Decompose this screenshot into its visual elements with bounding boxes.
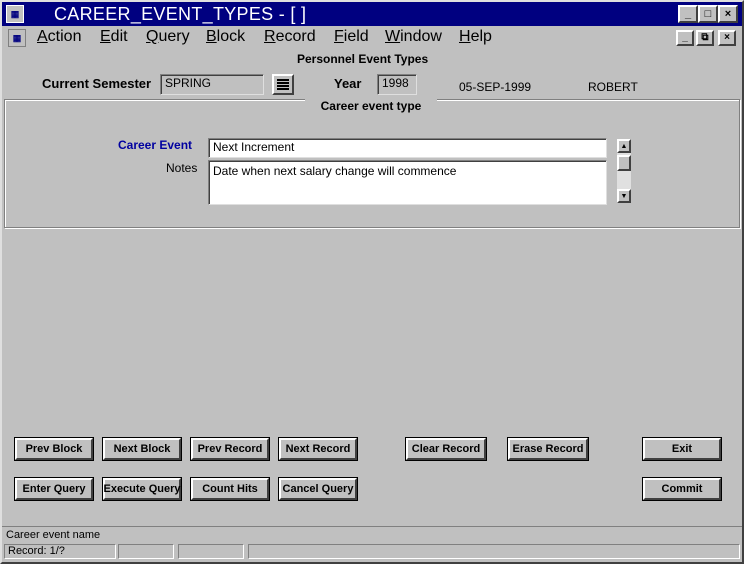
doc-minimize-button[interactable]: _	[676, 30, 694, 46]
menu-query[interactable]: Query	[146, 28, 190, 46]
doc-restore-button[interactable]: ⧉	[696, 30, 714, 46]
clear-record-button[interactable]: Clear Record	[405, 437, 487, 461]
scroll-down-icon[interactable]: ▼	[617, 189, 631, 203]
status-cell-2	[118, 544, 174, 559]
maximize-button[interactable]: □	[698, 5, 718, 23]
erase-record-button[interactable]: Erase Record	[507, 437, 589, 461]
block-title: Career event type	[305, 98, 437, 116]
document-icon[interactable]: ▦	[8, 29, 26, 47]
menu-help[interactable]: Help	[459, 28, 492, 46]
enter-query-button[interactable]: Enter Query	[14, 477, 94, 501]
career-event-label: Career Event	[118, 138, 193, 152]
exit-button[interactable]: Exit	[642, 437, 722, 461]
doc-close-button[interactable]: ×	[718, 30, 736, 46]
current-user: ROBERT	[588, 80, 638, 94]
status-cell-3	[178, 544, 244, 559]
menu-window[interactable]: Window	[385, 28, 442, 46]
window-title: CAREER_EVENT_TYPES - [ ]	[54, 4, 307, 24]
scroll-thumb[interactable]	[617, 155, 631, 171]
record-scrollbar[interactable]: ▲ ▼	[616, 138, 632, 204]
notes-field[interactable]: Date when next salary change will commen…	[208, 160, 607, 205]
cancel-query-button[interactable]: Cancel Query	[278, 477, 358, 501]
menu-record[interactable]: Record	[264, 28, 316, 46]
semester-label: Current Semester	[42, 76, 152, 91]
prev-block-button[interactable]: Prev Block	[14, 437, 94, 461]
close-button[interactable]: ×	[718, 5, 738, 23]
record-indicator: Record: 1/?	[4, 544, 116, 559]
notes-label: Notes	[166, 161, 198, 175]
list-of-values-button[interactable]	[272, 74, 294, 95]
semester-field[interactable]: SPRING	[160, 74, 264, 95]
list-icon	[277, 79, 289, 90]
current-date: 05-SEP-1999	[459, 80, 532, 94]
menu-field[interactable]: Field	[334, 28, 369, 46]
menu-edit[interactable]: Edit	[100, 28, 128, 46]
career-event-field[interactable]: Next Increment	[208, 138, 607, 158]
menu-action[interactable]: Action	[37, 28, 81, 46]
prev-record-button[interactable]: Prev Record	[190, 437, 270, 461]
form-title: Personnel Event Types	[297, 52, 429, 66]
execute-query-button[interactable]: Execute Query	[102, 477, 182, 501]
menu-block[interactable]: Block	[206, 28, 245, 46]
status-divider	[2, 526, 742, 527]
status-cell-4	[248, 544, 740, 559]
menu-bar: ▦ Action Edit Query Block Record Field W…	[2, 27, 742, 49]
status-hint: Career event name	[6, 529, 101, 541]
oracle-forms-icon[interactable]: ▦	[6, 5, 24, 23]
next-record-button[interactable]: Next Record	[278, 437, 358, 461]
count-hits-button[interactable]: Count Hits	[190, 477, 270, 501]
title-bar[interactable]: ▦ CAREER_EVENT_TYPES - [ ] _ □ ×	[2, 2, 742, 26]
year-label: Year	[334, 76, 362, 91]
next-block-button[interactable]: Next Block	[102, 437, 182, 461]
minimize-button[interactable]: _	[678, 5, 698, 23]
scroll-up-icon[interactable]: ▲	[617, 139, 631, 153]
commit-button[interactable]: Commit	[642, 477, 722, 501]
status-bar: Career event name Record: 1/?	[2, 528, 742, 562]
year-field[interactable]: 1998	[377, 74, 417, 95]
